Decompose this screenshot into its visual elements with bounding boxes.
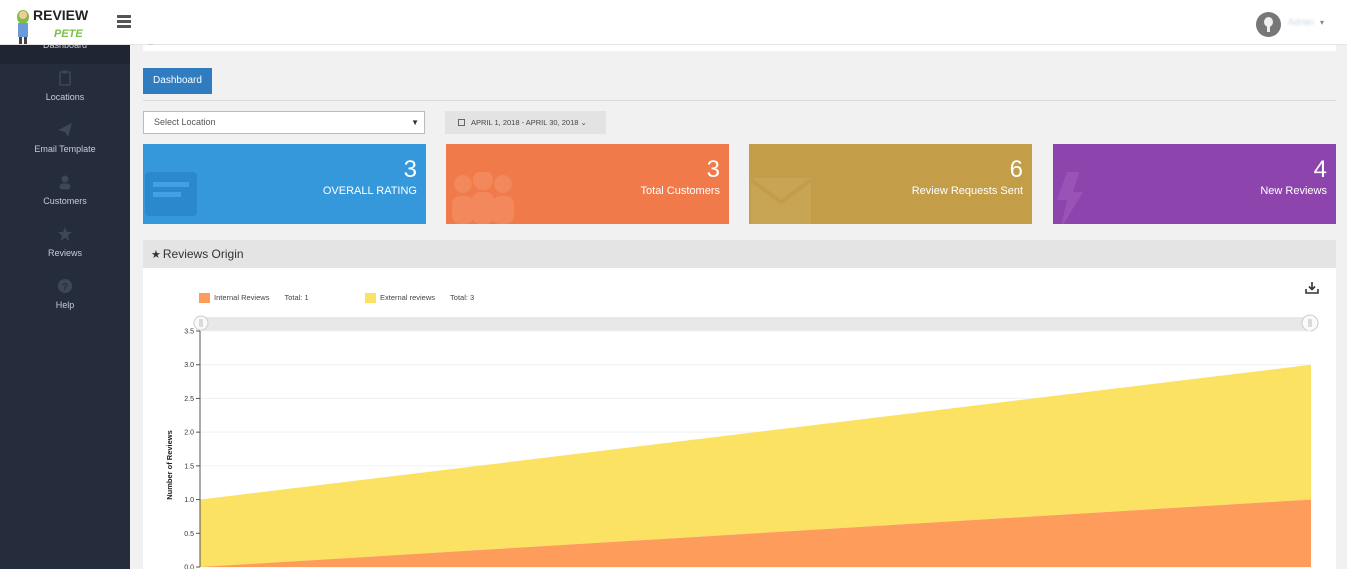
- sidebar-item-label: Customers: [43, 196, 87, 206]
- clipboard-icon: [59, 70, 71, 86]
- svg-text:?: ?: [62, 282, 68, 293]
- chevron-down-icon: ⌄: [580, 118, 587, 127]
- user-name[interactable]: Adrian: [1288, 17, 1314, 27]
- sidebar-item-locations[interactable]: Locations: [0, 70, 130, 120]
- sidebar-item-email-template[interactable]: Email Template: [0, 122, 130, 172]
- range-handle-left[interactable]: [193, 315, 209, 331]
- review-pete-logo[interactable]: REVIEW PETE: [14, 1, 94, 45]
- stat-card-total-customers[interactable]: 3 Total Customers: [446, 144, 729, 224]
- legend-swatch: [365, 293, 376, 303]
- y-tick-label: 1.5: [184, 463, 194, 470]
- top-header: REVIEW PETE Adrian ▾: [0, 0, 1347, 45]
- envelope-icon: [751, 178, 813, 224]
- comment-icon: [145, 172, 197, 216]
- legend-swatch: [199, 293, 210, 303]
- y-tick-label: 2.5: [184, 396, 194, 403]
- legend-total: Total: 3: [450, 293, 475, 302]
- legend-label: External reviews: [380, 293, 436, 302]
- sidebar-item-label: Email Template: [34, 144, 96, 154]
- y-tick-label: 1.0: [184, 497, 194, 504]
- y-tick-label: 3.5: [184, 329, 194, 336]
- stat-label: Total Customers: [640, 185, 720, 197]
- stat-card-overall-rating[interactable]: 3 OVERALL RATING: [143, 144, 426, 224]
- menu-toggle-icon[interactable]: [117, 15, 131, 28]
- location-select[interactable]: Select Location ▼: [143, 111, 425, 134]
- download-icon[interactable]: [1305, 282, 1319, 294]
- sidebar-item-label: Help: [55, 300, 75, 310]
- star-icon: [58, 227, 72, 241]
- reviews-origin-chart: 0.0 0.5 1.0 1.5 2.0 2.5 3.0 3.5 Number of Revie…: [165, 314, 1319, 569]
- sidebar-item-customers[interactable]: Customers: [0, 174, 130, 224]
- user-menu-caret-icon[interactable]: ▾: [1320, 18, 1324, 27]
- y-tick-label: 2.0: [184, 430, 194, 437]
- legend-item-internal[interactable]: Internal Reviews Total: 1: [199, 293, 309, 303]
- question-circle-icon: ?: [58, 279, 72, 293]
- users-icon: [452, 172, 514, 224]
- range-navigator-track[interactable]: [200, 317, 1311, 331]
- sidebar-item-label: Reviews: [47, 248, 82, 258]
- y-tick-label: 0.0: [184, 565, 194, 569]
- y-tick-label: 3.0: [184, 362, 194, 369]
- stat-label: New Reviews: [1260, 185, 1327, 197]
- legend-total: Total: 1: [284, 293, 309, 302]
- dashboard-button[interactable]: Dashboard: [143, 68, 212, 94]
- sidebar-item-label: Locations: [45, 92, 85, 102]
- user-icon: [59, 175, 71, 190]
- reviews-origin-header: ★ Reviews Origin: [143, 240, 1336, 268]
- legend-label: Internal Reviews: [214, 293, 270, 302]
- location-select-value: Select Location: [154, 117, 216, 127]
- y-tick-label: 0.5: [184, 531, 194, 538]
- panel-title: Reviews Origin: [162, 247, 244, 261]
- y-axis-label: Number of Reviews: [165, 430, 174, 500]
- bolt-icon: [1057, 172, 1083, 224]
- logo-text-review: REVIEW: [33, 7, 89, 23]
- legend-item-external[interactable]: External reviews Total: 3: [365, 293, 474, 303]
- stat-label: Review Requests Sent: [911, 185, 1023, 197]
- stat-card-new-reviews[interactable]: 4 New Reviews: [1053, 144, 1336, 224]
- sidebar-item-help[interactable]: ? Help: [0, 278, 130, 328]
- divider: [143, 100, 1336, 101]
- date-range-value: APRIL 1, 2018 - APRIL 30, 2018: [471, 118, 579, 127]
- stat-value: 6: [1009, 156, 1023, 183]
- sidebar-item-reviews[interactable]: Reviews: [0, 226, 130, 276]
- sidebar-item-dashboard[interactable]: Dashboard: [0, 40, 130, 64]
- stat-value: 4: [1313, 156, 1327, 183]
- user-avatar[interactable]: [1256, 12, 1281, 37]
- stat-value: 3: [706, 156, 720, 183]
- star-icon: ★: [151, 249, 161, 261]
- range-handle-right[interactable]: [1301, 314, 1319, 332]
- paper-plane-icon: [58, 123, 72, 137]
- stat-card-review-requests[interactable]: 6 Review Requests Sent: [749, 144, 1032, 224]
- breadcrumb-strip: [143, 45, 1336, 51]
- sidebar: Dashboard Locations Email Template Custo…: [0, 40, 130, 569]
- stat-label: OVERALL RATING: [322, 185, 417, 197]
- chevron-down-icon: ▼: [411, 118, 419, 127]
- date-range-picker[interactable]: APRIL 1, 2018 - APRIL 30, 2018 ⌄: [445, 111, 606, 134]
- calendar-icon: [458, 119, 465, 126]
- stat-value: 3: [403, 156, 417, 183]
- breadcrumb-mark: ··: [148, 40, 154, 49]
- logo-text-pete: PETE: [54, 28, 83, 40]
